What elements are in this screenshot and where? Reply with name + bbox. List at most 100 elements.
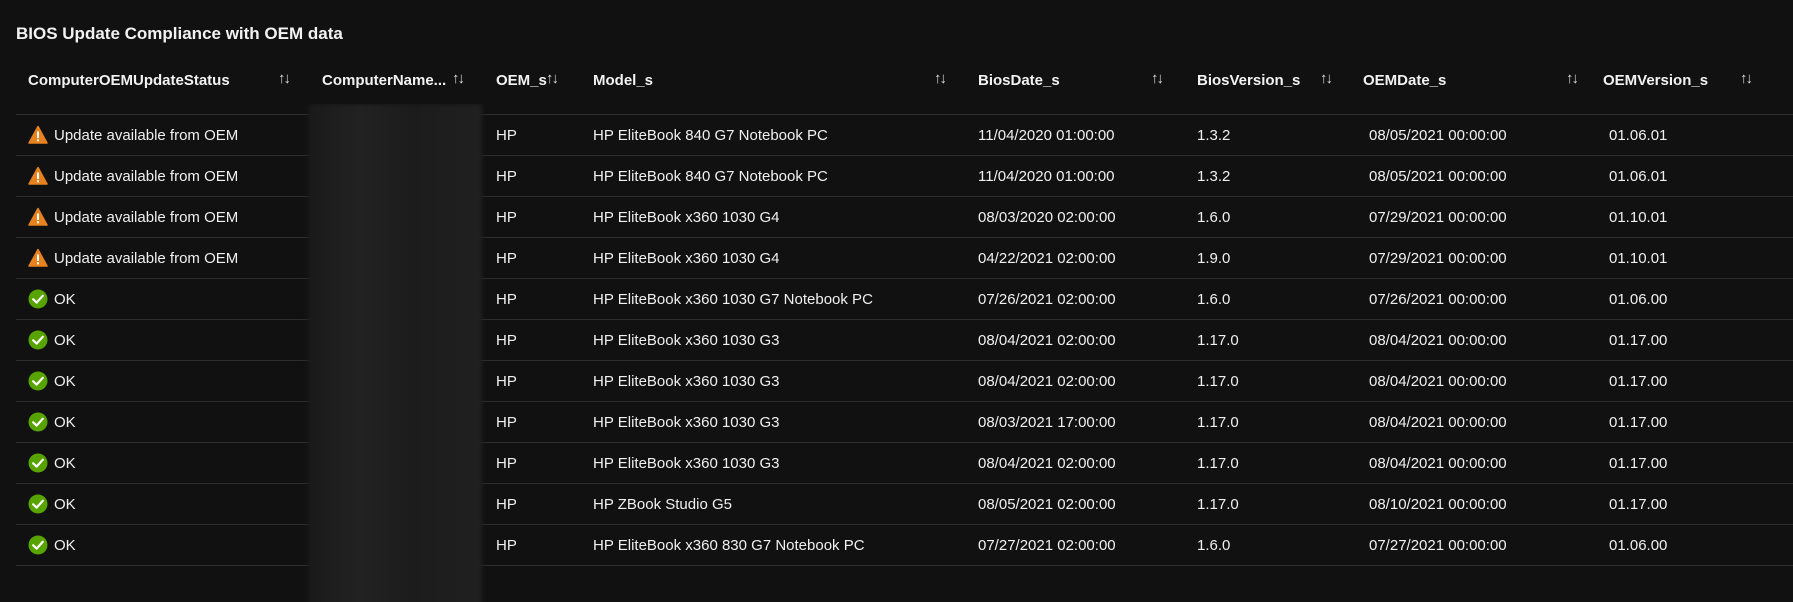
- bios-date-cell: 08/04/2021 02:00:00: [978, 372, 1116, 390]
- table-row[interactable]: Update available from OEM HP HP EliteBoo…: [16, 238, 1793, 279]
- status-cell: OK: [28, 443, 76, 483]
- redacted-computer-names: [308, 104, 482, 602]
- table-row[interactable]: OK HP HP EliteBook x360 1030 G3 08/04/20…: [16, 320, 1793, 361]
- warning-icon: [28, 125, 54, 145]
- oem-version-cell: 01.17.00: [1609, 454, 1668, 472]
- oem-date-cell: 08/05/2021 00:00:00: [1369, 104, 1507, 114]
- table-row[interactable]: Update available from OEM HP HP EliteBoo…: [16, 104, 1793, 115]
- bios-version-cell: 1.17.0: [1197, 454, 1239, 472]
- status-text: Update available from OEM: [54, 167, 239, 185]
- oem-version-cell: 01.17.00: [1609, 413, 1668, 431]
- table-row[interactable]: Update available from OEM HP HP EliteBoo…: [16, 197, 1793, 238]
- bios-version-cell: 1.6.0: [1197, 536, 1231, 554]
- column-header-oemversion[interactable]: OEMVersion_s: [1603, 56, 1708, 104]
- oem-date-cell: 08/04/2021 00:00:00: [1369, 413, 1507, 431]
- oem-version-cell: 01.06.01: [1609, 126, 1668, 144]
- column-header-oemdate[interactable]: OEMDate_s: [1363, 56, 1446, 104]
- bios-version-cell: 1.6.0: [1197, 290, 1231, 308]
- table-row[interactable]: OK HP HP EliteBook x360 1030 G3 08/03/20…: [16, 402, 1793, 443]
- column-header-status[interactable]: ComputerOEMUpdateStatus: [28, 56, 230, 104]
- oem-cell: HP: [496, 454, 517, 472]
- sort-icon[interactable]: ↑↓: [546, 70, 559, 87]
- oem-version-cell: 01.06.01: [1609, 104, 1667, 114]
- table-row[interactable]: OK HP HP EliteBook x360 1030 G7 Notebook…: [16, 279, 1793, 320]
- table-row[interactable]: OK HP HP EliteBook x360 1030 G3 08/04/20…: [16, 361, 1793, 402]
- oem-date-cell: 07/27/2021 00:00:00: [1369, 536, 1507, 554]
- bios-date-cell: 07/26/2021 02:00:00: [978, 290, 1116, 308]
- oem-cell: HP: [496, 290, 517, 308]
- panel-title: BIOS Update Compliance with OEM data: [16, 24, 343, 43]
- status-cell: OK: [28, 484, 76, 524]
- sort-icon[interactable]: ↑↓: [452, 70, 465, 87]
- warning-icon: [28, 207, 54, 227]
- oem-cell: HP: [496, 331, 517, 349]
- sort-icon[interactable]: ↑↓: [1566, 70, 1579, 87]
- status-text: OK: [54, 454, 76, 472]
- bios-version-cell: 1.17.0: [1197, 495, 1239, 513]
- model-cell: HP EliteBook x360 1030 G4: [593, 208, 780, 226]
- table-row[interactable]: OK HP HP ZBook Studio G5 08/05/2021 02:0…: [16, 484, 1793, 525]
- warning-icon: [28, 166, 54, 186]
- status-cell: OK: [28, 320, 76, 360]
- bios-date-cell: 04/22/2021 02:00:00: [978, 249, 1116, 267]
- oem-version-cell: 01.06.00: [1609, 536, 1668, 554]
- sort-icon[interactable]: ↑↓: [1740, 70, 1753, 87]
- grid-rows: Update available from OEM HP HP EliteBoo…: [16, 104, 1793, 566]
- bios-date-cell: 08/04/2021 02:00:00: [978, 454, 1116, 472]
- bios-version-cell: 1.17.0: [1197, 331, 1239, 349]
- sort-icon[interactable]: ↑↓: [1151, 70, 1164, 87]
- oem-date-cell: 08/04/2021 00:00:00: [1369, 331, 1507, 349]
- status-cell: OK: [28, 402, 76, 442]
- oem-cell: HP: [496, 372, 517, 390]
- bios-version-cell: 1.9.0: [1197, 249, 1231, 267]
- bios-date-cell: 08/03/2021 17:00:00: [978, 413, 1116, 431]
- bios-date-cell: 07/27/2021 02:00:00: [978, 536, 1116, 554]
- column-header-oem[interactable]: OEM_s: [496, 56, 547, 104]
- status-cell: OK: [28, 361, 76, 401]
- model-cell: HP EliteBook x360 830 G7 Notebook PC: [593, 536, 865, 554]
- oem-version-cell: 01.06.01: [1609, 167, 1668, 185]
- bios-date-cell: 11/04/2020 01:00:00: [978, 126, 1115, 144]
- status-cell: Update available from OEM: [28, 115, 238, 155]
- model-cell: HP EliteBook x360 1030 G3: [593, 413, 780, 431]
- bios-version-cell: 1.17.0: [1197, 372, 1239, 390]
- column-header-computername[interactable]: ComputerName...: [322, 56, 446, 104]
- column-header-biosversion[interactable]: BiosVersion_s: [1197, 56, 1300, 104]
- ok-icon: [28, 453, 54, 473]
- column-header-model[interactable]: Model_s: [593, 56, 653, 104]
- oem-cell: HP: [496, 413, 517, 431]
- status-text: OK: [54, 413, 76, 431]
- oem-version-cell: 01.17.00: [1609, 331, 1668, 349]
- bios-date-cell: 08/05/2021 02:00:00: [978, 495, 1116, 513]
- table-row[interactable]: Update available from OEM HP HP EliteBoo…: [16, 156, 1793, 197]
- sort-icon[interactable]: ↑↓: [1320, 70, 1333, 87]
- oem-date-cell: 08/05/2021 00:00:00: [1369, 167, 1507, 185]
- status-text: Update available from OEM: [54, 208, 239, 226]
- status-cell: Update available from OEM: [28, 156, 238, 196]
- oem-date-cell: 08/05/2021 00:00:00: [1369, 126, 1507, 144]
- table-row[interactable]: OK HP HP EliteBook x360 1030 G3 08/04/20…: [16, 443, 1793, 484]
- status-cell: OK: [28, 525, 76, 565]
- ok-icon: [28, 371, 54, 391]
- table-row[interactable]: OK HP HP EliteBook x360 830 G7 Notebook …: [16, 525, 1793, 566]
- status-text: OK: [54, 372, 76, 390]
- oem-cell: HP: [496, 208, 517, 226]
- oem-cell: HP: [496, 167, 517, 185]
- column-header-biosdate[interactable]: BiosDate_s: [978, 56, 1060, 104]
- oem-cell: HP: [496, 495, 517, 513]
- model-cell: HP EliteBook x360 1030 G3: [593, 331, 780, 349]
- status-text: OK: [54, 495, 76, 513]
- ok-icon: [28, 494, 54, 514]
- oem-date-cell: 07/29/2021 00:00:00: [1369, 249, 1507, 267]
- bios-date-cell: 11/04/2020 01:00:00: [978, 104, 1115, 114]
- model-cell: HP EliteBook x360 1030 G7 Notebook PC: [593, 290, 873, 308]
- ok-icon: [28, 535, 54, 555]
- status-cell: Update available from OEM: [28, 238, 238, 278]
- status-text: OK: [54, 290, 76, 308]
- table-row[interactable]: Update available from OEM HP HP EliteBoo…: [16, 115, 1793, 156]
- sort-icon[interactable]: ↑↓: [278, 70, 291, 87]
- grid-body[interactable]: Update available from OEM HP HP EliteBoo…: [16, 104, 1793, 602]
- oem-date-cell: 07/26/2021 00:00:00: [1369, 290, 1507, 308]
- sort-icon[interactable]: ↑↓: [934, 70, 947, 87]
- results-grid[interactable]: ComputerOEMUpdateStatus ↑↓ ComputerName.…: [16, 56, 1793, 602]
